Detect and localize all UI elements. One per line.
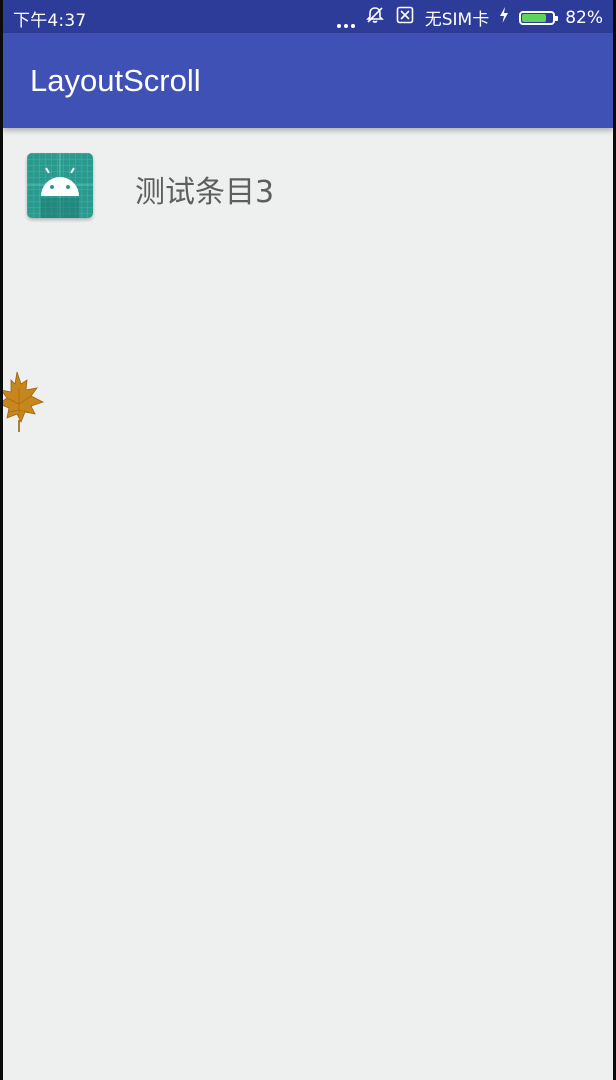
sim-status-text: 无SIM卡 (424, 10, 490, 30)
app-title: LayoutScroll (30, 63, 201, 98)
maple-leaf-icon (3, 370, 49, 434)
battery-level-fill (522, 13, 547, 22)
list-item[interactable]: 测试条目3 (3, 140, 613, 232)
no-sim-icon (395, 5, 415, 30)
battery-icon (519, 10, 559, 25)
app-bar: LayoutScroll (3, 33, 613, 128)
list-item-label: 测试条目3 (135, 175, 275, 210)
mute-notification-icon (365, 5, 385, 30)
status-bar: 下午4:37 无SIM卡 82% (3, 0, 613, 33)
status-icons: 无SIM卡 82% (336, 5, 603, 30)
battery-percent: 82% (565, 7, 603, 28)
charging-icon (499, 6, 509, 29)
status-time: 下午4:37 (13, 11, 87, 31)
app-screen: 下午4:37 无SIM卡 82% LayoutScroll 测试条目3 (3, 0, 613, 1080)
more-dots-icon (336, 8, 355, 28)
android-launcher-icon (27, 153, 93, 218)
